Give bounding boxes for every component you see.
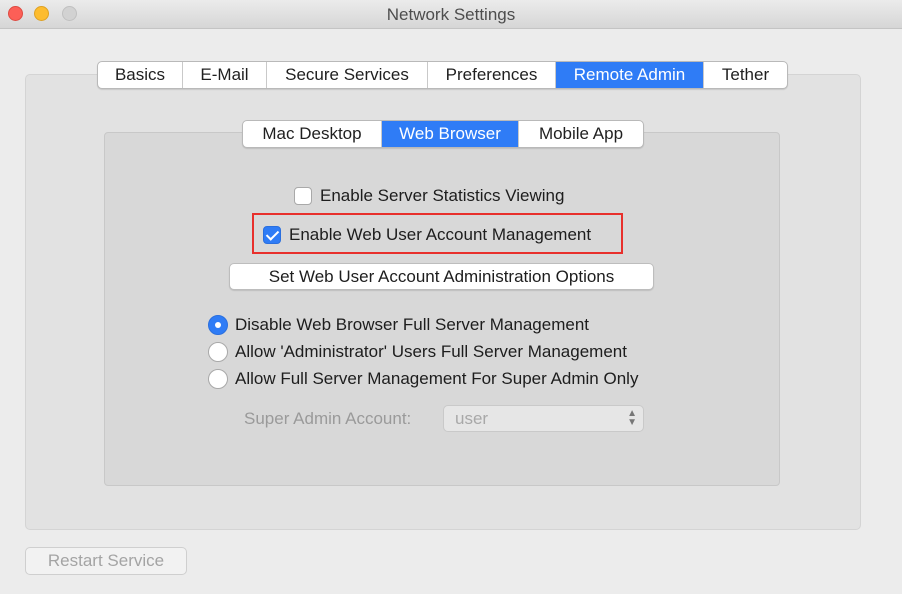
radio-option-disable[interactable]: Disable Web Browser Full Server Manageme…: [208, 315, 589, 335]
sub-tab-bar: Mac Desktop Web Browser Mobile App: [242, 120, 644, 148]
subtab-mac-desktop[interactable]: Mac Desktop: [243, 121, 382, 147]
subtab-web-browser[interactable]: Web Browser: [382, 121, 519, 147]
window-title: Network Settings: [386, 5, 516, 24]
radio-super-admin-label: Allow Full Server Management For Super A…: [235, 369, 639, 388]
network-settings-window: Network Settings Basics E-Mail Secure Se…: [0, 0, 902, 594]
web-user-management-label: Enable Web User Account Management: [289, 225, 592, 244]
restart-service-button[interactable]: Restart Service: [25, 547, 187, 575]
radio-disable-button[interactable]: [208, 315, 228, 335]
set-web-user-options-button[interactable]: Set Web User Account Administration Opti…: [229, 263, 654, 290]
tab-tether[interactable]: Tether: [704, 62, 787, 88]
tab-secure-services[interactable]: Secure Services: [267, 62, 428, 88]
super-admin-account-label: Super Admin Account:: [244, 409, 412, 428]
web-user-management-option[interactable]: Enable Web User Account Management: [263, 225, 591, 245]
chevron-up-down-icon: ▲ ▼: [627, 408, 637, 428]
web-user-management-checkbox[interactable]: [263, 226, 281, 244]
super-admin-account-select[interactable]: user ▲ ▼: [443, 405, 644, 432]
tab-preferences[interactable]: Preferences: [428, 62, 556, 88]
radio-administrator-button[interactable]: [208, 342, 228, 362]
server-statistics-checkbox[interactable]: [294, 187, 312, 205]
radio-super-admin-button[interactable]: [208, 369, 228, 389]
tab-email[interactable]: E-Mail: [183, 62, 267, 88]
title-bar: Network Settings: [0, 0, 902, 29]
radio-disable-label: Disable Web Browser Full Server Manageme…: [235, 315, 589, 334]
tab-remote-admin[interactable]: Remote Admin: [556, 62, 704, 88]
tab-basics[interactable]: Basics: [98, 62, 183, 88]
super-admin-account-value: user: [455, 408, 489, 428]
main-tab-bar: Basics E-Mail Secure Services Preference…: [97, 61, 788, 89]
radio-administrator-label: Allow 'Administrator' Users Full Server …: [235, 342, 627, 361]
subtab-mobile-app[interactable]: Mobile App: [519, 121, 643, 147]
server-statistics-option[interactable]: Enable Server Statistics Viewing: [294, 186, 564, 206]
radio-option-super-admin[interactable]: Allow Full Server Management For Super A…: [208, 369, 638, 389]
radio-option-administrator[interactable]: Allow 'Administrator' Users Full Server …: [208, 342, 627, 362]
server-statistics-label: Enable Server Statistics Viewing: [320, 186, 565, 205]
